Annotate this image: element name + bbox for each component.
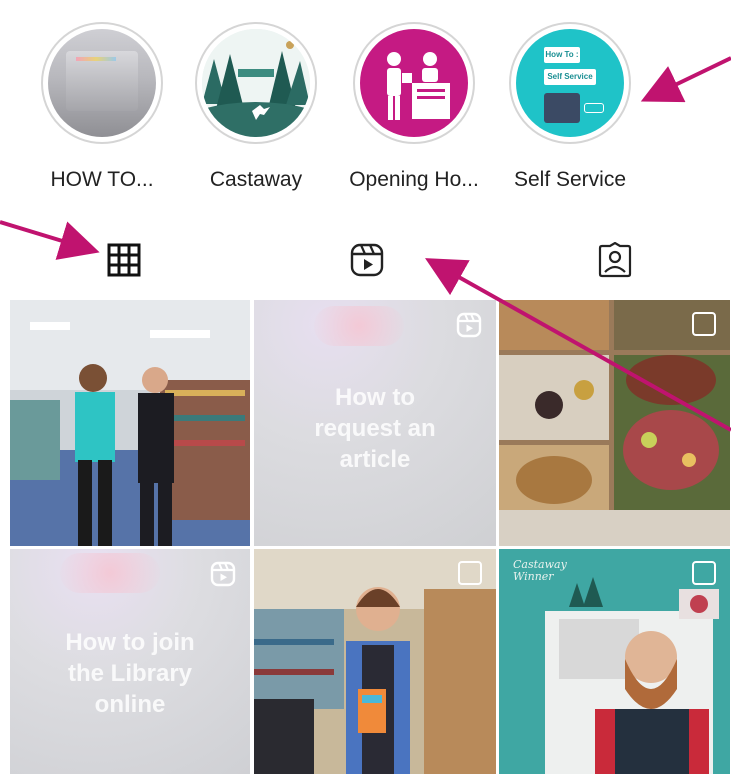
highlight-label: HOW TO... <box>50 168 154 191</box>
post-carousel-library-staff[interactable] <box>254 549 496 774</box>
carousel-icon <box>692 312 716 336</box>
carousel-icon <box>692 561 716 585</box>
highlight-label: Castaway <box>209 168 303 191</box>
card-line-2: Self Service <box>544 69 596 85</box>
library-desk-highlight-image <box>360 29 468 137</box>
tab-grid[interactable] <box>102 238 146 282</box>
highlight-label: Opening Ho... <box>349 168 479 191</box>
highlight-label: Self Service <box>513 168 627 191</box>
highlight-ring <box>41 22 163 144</box>
highlight-ring <box>195 22 317 144</box>
profile-tabs <box>0 228 731 288</box>
highlight-ring: How To : Self Service <box>509 22 631 144</box>
post-reel-join-library[interactable]: How to join the Library online <box>10 549 250 774</box>
post-image <box>10 300 250 546</box>
post-photo-staff[interactable] <box>10 300 250 546</box>
tagged-icon <box>598 242 632 278</box>
tab-reels[interactable] <box>345 238 389 282</box>
post-carousel-castaway-winner[interactable]: Castaway Winner <box>499 549 730 774</box>
card-line-1: How To : <box>544 47 580 63</box>
self-service-highlight-image: How To : Self Service <box>516 29 624 137</box>
grid-icon <box>107 243 141 277</box>
tab-tagged[interactable] <box>593 238 637 282</box>
highlight-castaway[interactable]: Castaway <box>186 22 326 192</box>
carousel-icon <box>458 561 482 585</box>
post-caption: How to request an article <box>314 384 436 473</box>
post-caption: How to join the Library online <box>65 629 195 718</box>
highlight-opening-hours[interactable]: Opening Ho... <box>344 22 484 192</box>
reels-icon <box>456 312 482 338</box>
post-reel-request-article[interactable]: How to request an article <box>254 300 496 546</box>
how-to-highlight-image <box>48 29 156 137</box>
highlight-how-to[interactable]: HOW TO... <box>32 22 172 192</box>
story-highlights: HOW TO... Castaway Opening Ho... How To … <box>0 0 731 200</box>
posts-grid: How to request an article How to join th… <box>10 300 730 774</box>
post-image <box>499 300 730 546</box>
highlight-self-service[interactable]: How To : Self Service Self Service <box>500 22 640 192</box>
reels-icon <box>210 561 236 587</box>
reels-icon <box>350 243 384 277</box>
highlight-ring <box>353 22 475 144</box>
winter-forest-highlight-image <box>202 29 310 137</box>
post-carousel-food[interactable] <box>499 300 730 546</box>
